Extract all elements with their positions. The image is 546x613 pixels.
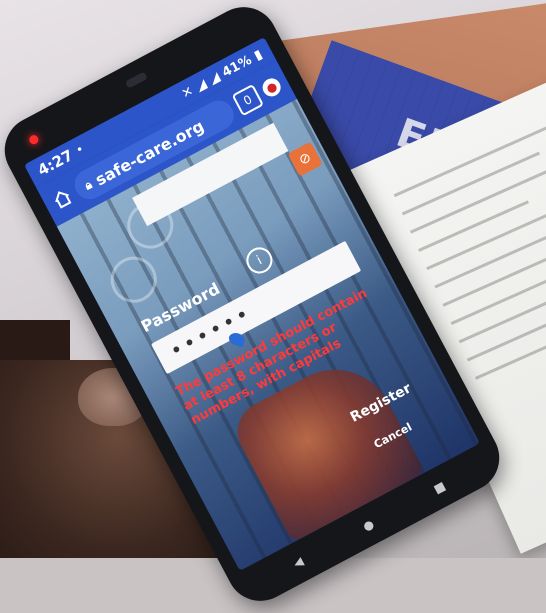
lock-icon: 🔒︎	[81, 176, 95, 193]
phone-wrap: 4:27 • ✕ ◢ ◢ 41% ▮ 🔒︎ safe-care.org 0 ●	[0, 0, 546, 613]
home-icon[interactable]	[49, 185, 76, 212]
battery-icon: ▮	[251, 46, 265, 64]
smartphone: 4:27 • ✕ ◢ ◢ 41% ▮ 🔒︎ safe-care.org 0 ●	[0, 0, 512, 613]
recents-icon[interactable]: ■	[431, 479, 448, 497]
back-icon[interactable]: ◀	[291, 554, 306, 571]
front-camera	[124, 71, 148, 89]
wifi-icon: ◢	[193, 76, 210, 95]
notification-led	[27, 133, 40, 146]
phone-screen: 4:27 • ✕ ◢ ◢ 41% ▮ 🔒︎ safe-care.org 0 ●	[23, 37, 481, 571]
home-nav-icon[interactable]: ●	[361, 517, 377, 534]
tab-switcher-button[interactable]: 0	[231, 83, 265, 117]
mute-icon: ✕	[179, 83, 196, 102]
signal-icon: ◢	[206, 69, 223, 88]
status-dot: •	[74, 143, 86, 157]
menu-icon[interactable]: ●	[259, 75, 284, 100]
